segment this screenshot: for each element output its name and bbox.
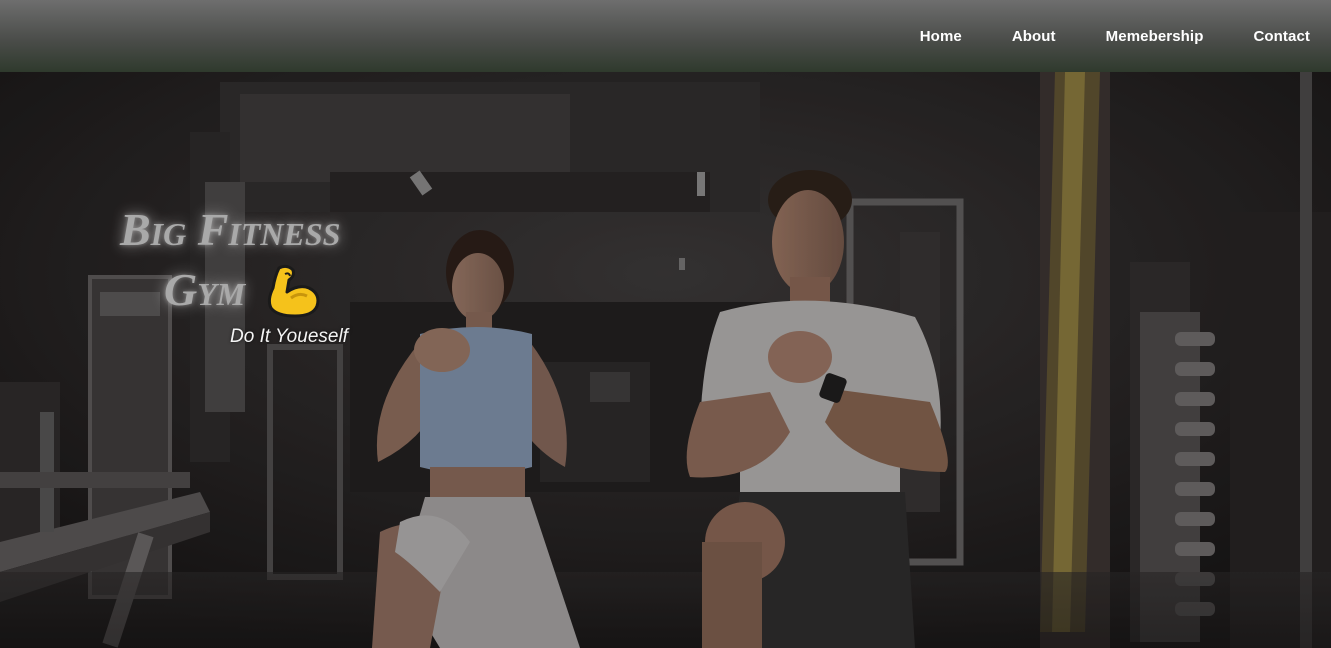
hero-title-line-2-row: Gym	[120, 260, 340, 320]
hero-headline: Big Fitness Gym Do It Youeself	[120, 200, 348, 347]
hero-dark-overlay	[0, 72, 1331, 648]
hero-title-line-1: Big Fitness	[120, 204, 341, 255]
hero-title-line-2: Gym	[164, 264, 246, 315]
nav-menu: Home About Memebership Contact	[870, 0, 1310, 72]
nav-link-about[interactable]: About	[1012, 28, 1056, 45]
hero-tagline: Do It Youeself	[230, 326, 348, 347]
top-navbar: Home About Memebership Contact	[0, 0, 1331, 72]
hero-section: Big Fitness Gym Do It Youeself	[0, 72, 1331, 648]
nav-link-contact[interactable]: Contact	[1253, 28, 1310, 45]
nav-link-home[interactable]: Home	[920, 28, 962, 45]
flexed-biceps-icon	[265, 262, 325, 318]
landing-page: Home About Memebership Contact Big Fitne…	[0, 0, 1331, 648]
nav-link-membership[interactable]: Memebership	[1106, 28, 1204, 45]
